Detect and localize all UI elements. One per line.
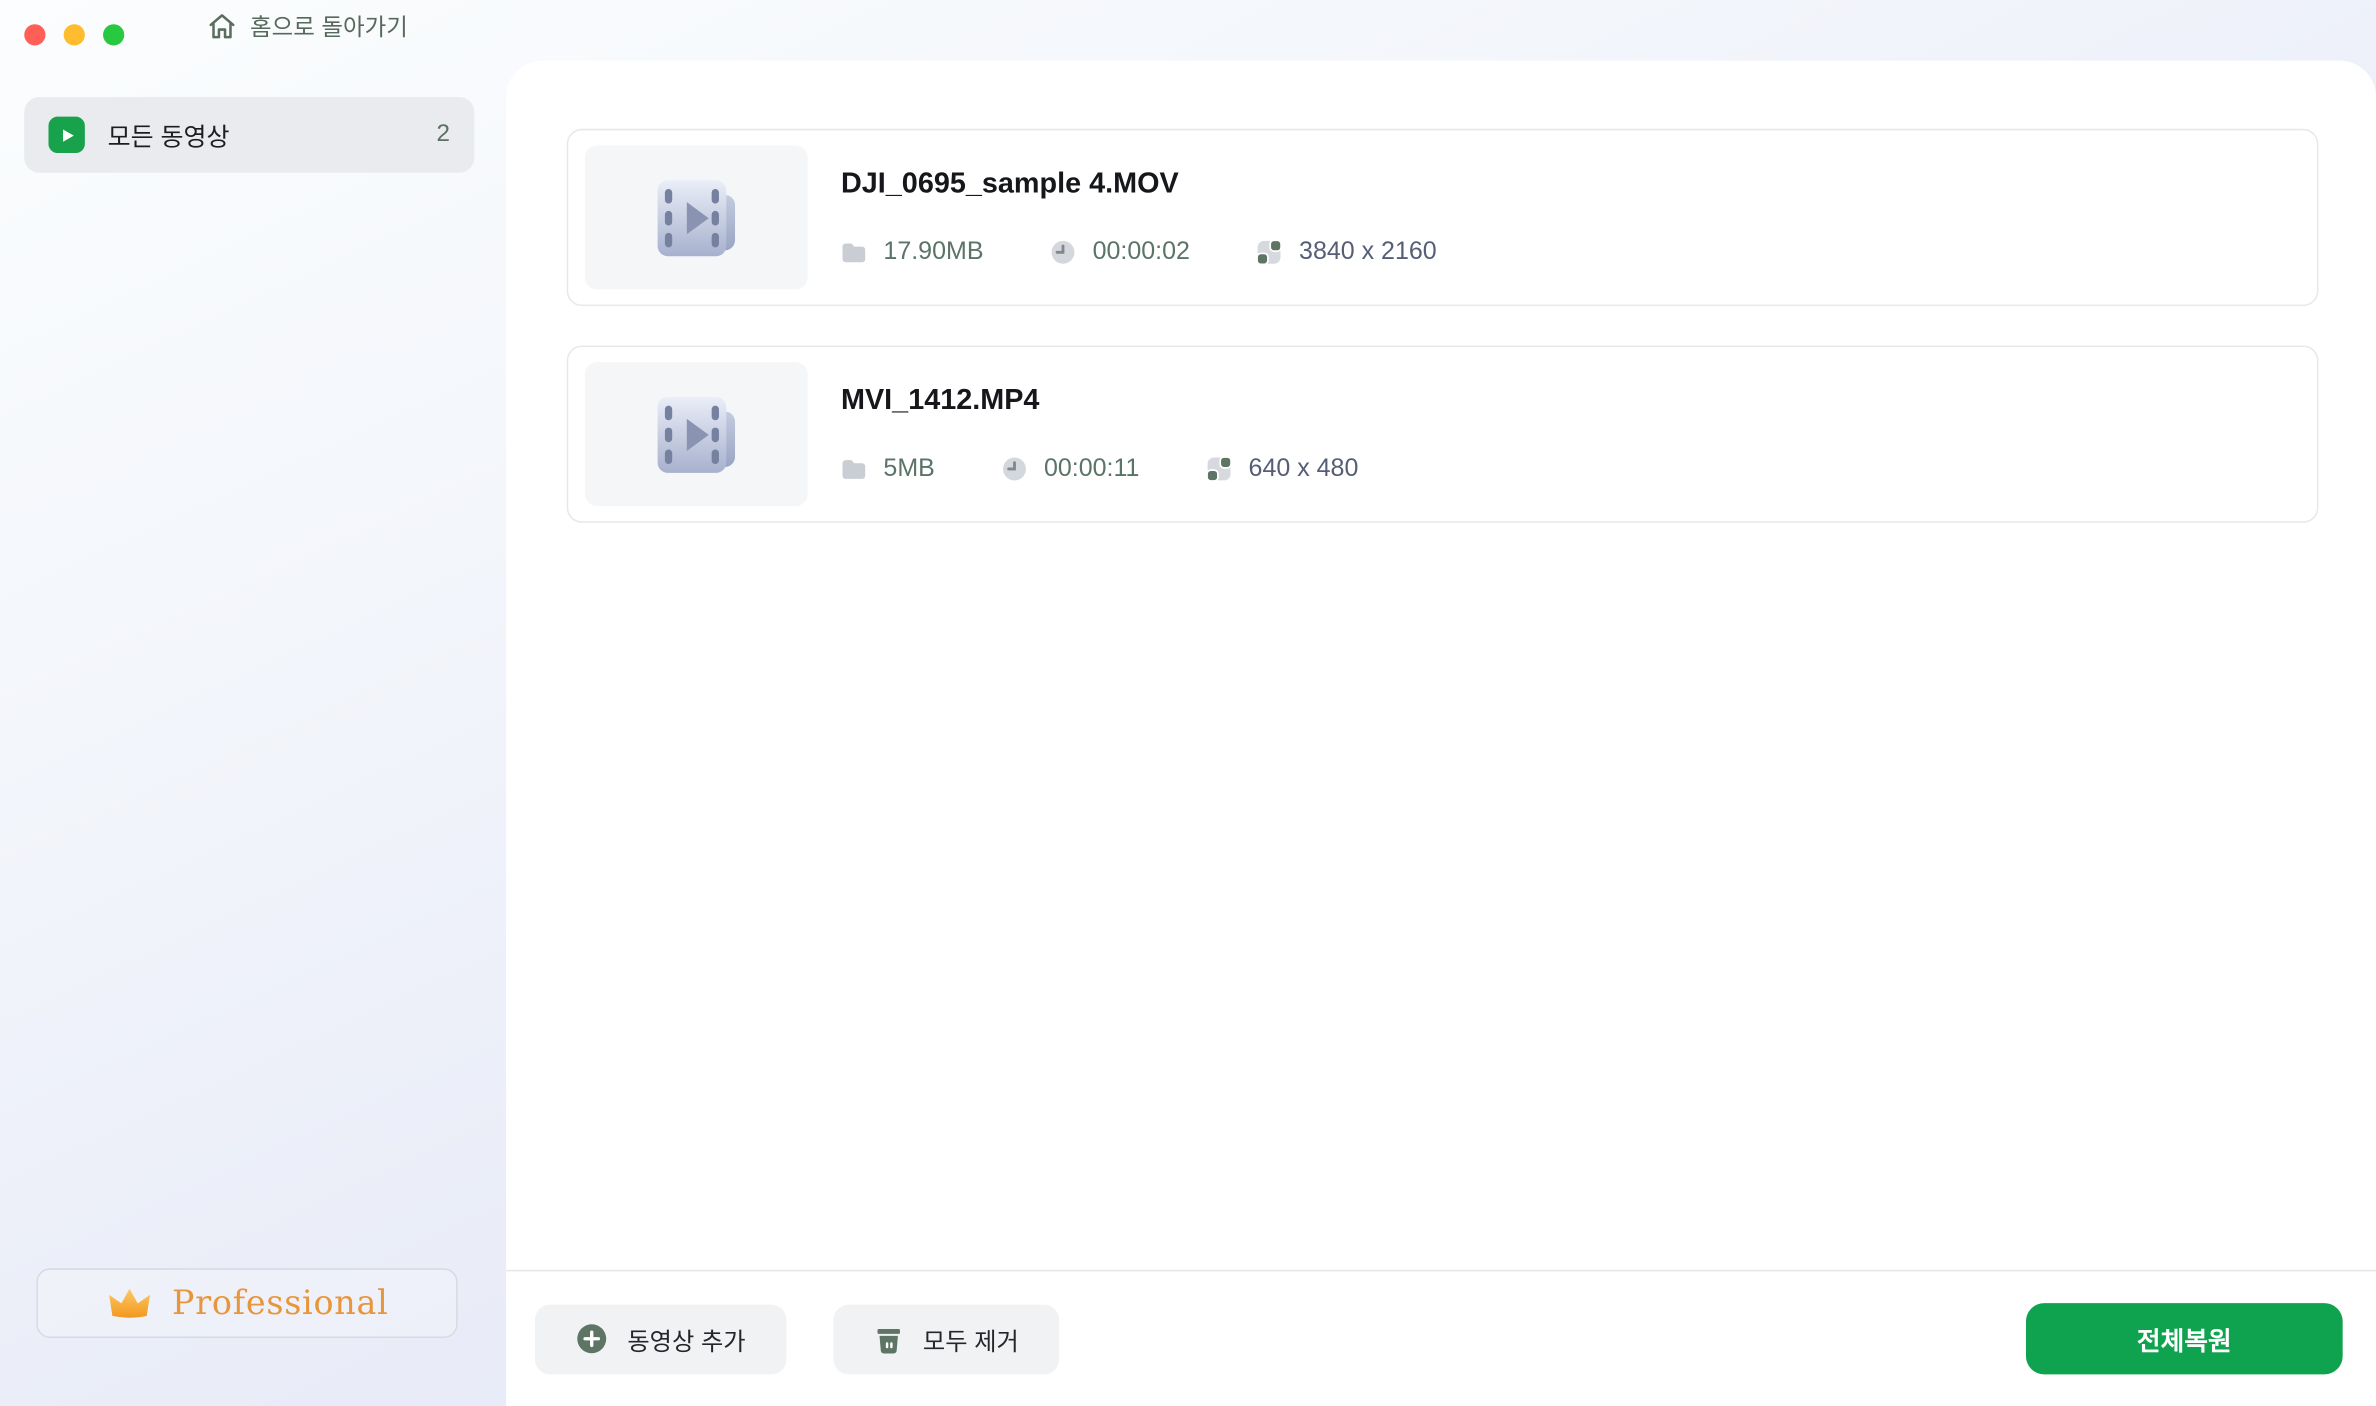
resolution-value: 3840 x 2160 [1299, 237, 1437, 266]
sidebar-item-label: 모든 동영상 [107, 124, 230, 152]
file-size-group: 5MB [841, 455, 935, 484]
video-filename: DJI_0695_sample 4.MOV [840, 168, 1179, 201]
minimize-window-button[interactable] [63, 24, 85, 46]
video-play-icon [48, 116, 85, 154]
footer-action-bar: 동영상 추가 모두 제거 전체복원 [506, 1269, 2376, 1406]
duration-group: 00:00:11 [1002, 454, 1140, 484]
dimensions-icon [1206, 456, 1232, 482]
clock-icon [1050, 239, 1076, 265]
professional-license-badge[interactable]: Professional [36, 1268, 458, 1339]
trash-icon [874, 1323, 903, 1355]
house-icon [206, 10, 238, 42]
film-strip-icon [649, 177, 743, 259]
add-video-label: 동영상 추가 [627, 1329, 746, 1356]
film-strip-icon [649, 393, 743, 475]
app-window: 홈으로 돌아가기 모든 동영상 2 Professional DJI_0695_… [0, 0, 2376, 1406]
dimensions-icon [1256, 239, 1283, 266]
video-info: MVI_1412.MP4 5MB 00:00:11 640 x 480 [841, 385, 1358, 483]
resolution-value: 640 x 480 [1248, 454, 1359, 482]
video-card[interactable]: MVI_1412.MP4 5MB 00:00:11 640 x 480 [566, 345, 2319, 523]
folder-icon [841, 241, 867, 264]
video-thumbnail [584, 362, 808, 507]
restore-all-button[interactable]: 전체복원 [2025, 1303, 2343, 1375]
plus-circle-icon [576, 1323, 608, 1355]
main-panel: DJI_0695_sample 4.MOV 17.90MB 00:00:02 3… [506, 60, 2376, 1406]
video-thumbnail [584, 145, 808, 290]
video-list: DJI_0695_sample 4.MOV 17.90MB 00:00:02 3… [566, 128, 2319, 562]
restore-all-label: 전체복원 [2136, 1327, 2232, 1357]
video-card[interactable]: DJI_0695_sample 4.MOV 17.90MB 00:00:02 3… [566, 128, 2319, 307]
file-size-group: 17.90MB [841, 238, 984, 267]
folder-icon [841, 458, 867, 481]
crown-icon [105, 1284, 152, 1322]
video-meta-row: 5MB 00:00:11 640 x 480 [841, 455, 1358, 484]
license-badge-label: Professional [172, 1284, 389, 1323]
file-size-value: 5MB [883, 454, 935, 482]
clock-icon [1002, 456, 1028, 482]
sidebar-item-count: 2 [436, 121, 451, 147]
resolution-group: 3840 x 2160 [1256, 237, 1437, 267]
zoom-window-button[interactable] [103, 24, 125, 46]
remove-all-button[interactable]: 모두 제거 [833, 1303, 1060, 1374]
duration-value: 00:00:02 [1092, 237, 1190, 266]
back-to-home-button[interactable]: 홈으로 돌아가기 [206, 6, 408, 45]
sidebar-item-all-videos[interactable]: 모든 동영상 2 [24, 96, 475, 173]
window-controls [24, 24, 125, 46]
remove-all-label: 모두 제거 [922, 1329, 1019, 1356]
duration-value: 00:00:11 [1043, 454, 1140, 482]
file-size-value: 17.90MB [883, 237, 984, 266]
video-info: DJI_0695_sample 4.MOV 17.90MB 00:00:02 3… [841, 168, 1437, 266]
video-filename: MVI_1412.MP4 [840, 384, 1040, 417]
back-to-home-label: 홈으로 돌아가기 [250, 15, 408, 41]
resolution-group: 640 x 480 [1206, 455, 1358, 484]
close-window-button[interactable] [24, 24, 46, 46]
duration-group: 00:00:02 [1050, 238, 1190, 267]
add-video-button[interactable]: 동영상 추가 [534, 1303, 787, 1374]
video-meta-row: 17.90MB 00:00:02 3840 x 2160 [841, 238, 1437, 267]
